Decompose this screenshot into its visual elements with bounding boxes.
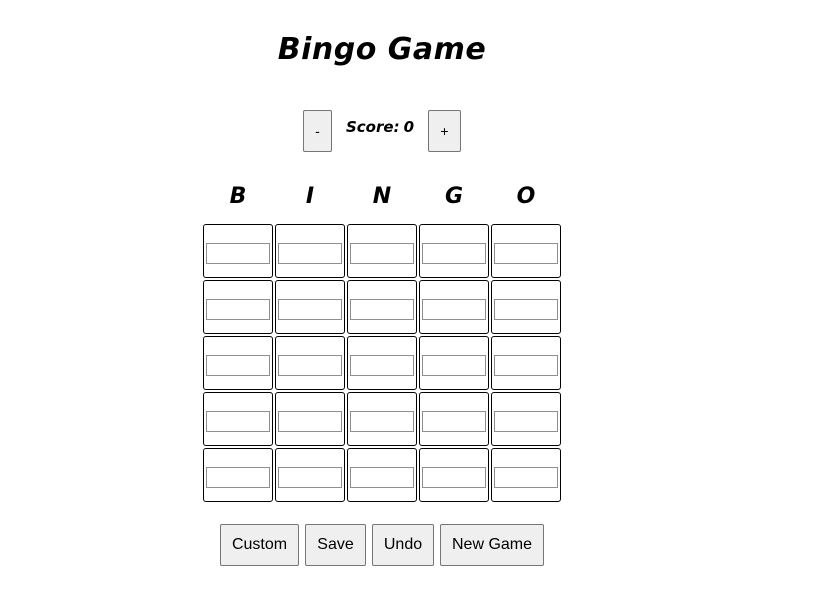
bingo-cell[interactable] (275, 280, 345, 334)
bingo-board (202, 223, 562, 503)
bingo-cell[interactable] (203, 224, 273, 278)
bingo-cell[interactable] (491, 224, 561, 278)
column-letter-o: O (516, 184, 536, 209)
bingo-cell[interactable] (419, 224, 489, 278)
column-letter-g: G (444, 184, 464, 209)
bingo-cell-input[interactable] (278, 411, 342, 432)
bingo-cell[interactable] (203, 280, 273, 334)
new-game-button[interactable]: New Game (440, 524, 544, 566)
bingo-page: Bingo Game - Score: 0 + B I N G O Custom … (0, 0, 815, 591)
bingo-cell-input[interactable] (350, 299, 414, 320)
bingo-cell[interactable] (491, 392, 561, 446)
bingo-cell[interactable] (347, 224, 417, 278)
bingo-cell-input[interactable] (206, 411, 270, 432)
bingo-cell-input[interactable] (206, 299, 270, 320)
column-letter-b: B (229, 184, 247, 209)
bingo-cell[interactable] (203, 392, 273, 446)
bingo-cell-input[interactable] (278, 467, 342, 488)
save-button[interactable]: Save (305, 524, 366, 566)
bingo-cell-input[interactable] (206, 355, 270, 376)
bingo-cell-input[interactable] (494, 355, 558, 376)
bingo-cell-input[interactable] (494, 299, 558, 320)
score-value: 0 (403, 118, 415, 136)
column-letter-i: I (305, 184, 315, 209)
bingo-cell[interactable] (347, 336, 417, 390)
bingo-cell[interactable] (275, 448, 345, 502)
bingo-cell-input[interactable] (350, 411, 414, 432)
bingo-cell-input[interactable] (494, 411, 558, 432)
bingo-cell[interactable] (491, 336, 561, 390)
bingo-cell-input[interactable] (206, 467, 270, 488)
bingo-cell-input[interactable] (350, 243, 414, 264)
bingo-cell[interactable] (419, 280, 489, 334)
bingo-cell-input[interactable] (278, 355, 342, 376)
bingo-cell[interactable] (203, 336, 273, 390)
bingo-cell-input[interactable] (278, 299, 342, 320)
bingo-cell[interactable] (203, 448, 273, 502)
bingo-cell-input[interactable] (494, 467, 558, 488)
bingo-cell-input[interactable] (422, 355, 486, 376)
custom-button[interactable]: Custom (220, 524, 299, 566)
undo-button[interactable]: Undo (372, 524, 434, 566)
bingo-cell-input[interactable] (350, 355, 414, 376)
bingo-cell[interactable] (275, 336, 345, 390)
increment-score-button[interactable]: + (428, 110, 461, 152)
bingo-cell[interactable] (491, 280, 561, 334)
bingo-cell-input[interactable] (494, 243, 558, 264)
bingo-cell-input[interactable] (422, 299, 486, 320)
bingo-cell-input[interactable] (422, 467, 486, 488)
bingo-cell[interactable] (347, 280, 417, 334)
bingo-cell-input[interactable] (422, 243, 486, 264)
bingo-cell[interactable] (491, 448, 561, 502)
bingo-cell[interactable] (419, 448, 489, 502)
score-display: Score: 0 (346, 118, 414, 136)
bingo-header: B I N G O (202, 184, 562, 214)
bingo-cell[interactable] (275, 392, 345, 446)
bingo-cell[interactable] (419, 392, 489, 446)
bingo-cell[interactable] (419, 336, 489, 390)
bingo-cell-input[interactable] (422, 411, 486, 432)
bingo-cell-input[interactable] (350, 467, 414, 488)
decrement-score-button[interactable]: - (303, 110, 332, 152)
bingo-cell[interactable] (275, 224, 345, 278)
bingo-cell-input[interactable] (278, 243, 342, 264)
page-title: Bingo Game (277, 32, 487, 67)
bingo-cell[interactable] (347, 448, 417, 502)
bingo-cell[interactable] (347, 392, 417, 446)
column-letter-n: N (372, 184, 392, 209)
score-label: Score: (345, 118, 400, 136)
bingo-cell-input[interactable] (206, 243, 270, 264)
